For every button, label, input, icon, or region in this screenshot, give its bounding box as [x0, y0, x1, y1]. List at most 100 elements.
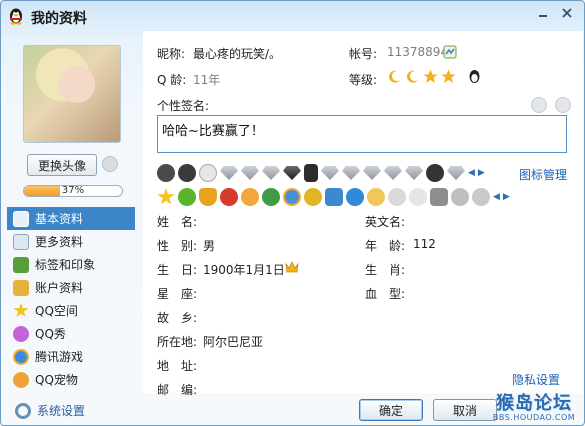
- sidebar-item-label: QQ宠物: [35, 373, 78, 387]
- diamond-icon[interactable]: [262, 166, 280, 180]
- heart-icon[interactable]: [388, 188, 406, 206]
- badge-icon-row-1: ◀ ▶: [157, 164, 485, 182]
- no-entry-icon[interactable]: [220, 188, 238, 206]
- music-note-icon[interactable]: [262, 188, 280, 206]
- moon-icon: [407, 70, 418, 83]
- spade-badge-icon[interactable]: [157, 164, 175, 182]
- nickname-value: 最心疼的玩笑/。: [193, 47, 282, 61]
- profile-completion-bar: 37%: [23, 185, 123, 197]
- star-add-icon[interactable]: [531, 97, 547, 113]
- close-icon: [562, 8, 572, 18]
- diamond-icon[interactable]: [342, 166, 360, 180]
- gender-value: 男: [203, 239, 216, 253]
- ok-button[interactable]: 确定: [359, 399, 423, 421]
- profile-card-icon: [13, 210, 29, 227]
- sidebar-item-tags[interactable]: 标签和印象: [7, 253, 135, 276]
- pet-icon[interactable]: [241, 188, 259, 206]
- avatar[interactable]: [23, 45, 121, 143]
- sidebar-item-pet[interactable]: QQ宠物: [7, 368, 135, 391]
- game-icon[interactable]: [283, 188, 301, 206]
- progress-text: 37%: [61, 185, 85, 196]
- diamond-icon[interactable]: [363, 166, 381, 180]
- chat-bubble-icon[interactable]: [178, 188, 196, 206]
- signature-label: 个性签名:: [157, 99, 210, 113]
- years-label: 年 龄:: [365, 239, 406, 253]
- title-bar: 我的资料: [1, 1, 584, 31]
- sidebar-item-qzone[interactable]: QQ空间: [7, 299, 135, 322]
- diamond-icon[interactable]: [220, 166, 238, 180]
- sidebar-item-account[interactable]: 账户资料: [7, 276, 135, 299]
- map-pin-icon[interactable]: [346, 188, 364, 206]
- location-label: 所在地:: [157, 335, 198, 349]
- qq-penguin-icon[interactable]: [304, 188, 322, 206]
- diamond-icon[interactable]: [447, 166, 465, 180]
- system-settings-link[interactable]: 系统设置: [15, 402, 85, 419]
- change-avatar-button[interactable]: 更换头像: [27, 154, 97, 176]
- more-info-icon: [13, 233, 29, 250]
- sidebar-item-label: 更多资料: [35, 235, 84, 249]
- privacy-settings-link[interactable]: 隐私设置: [512, 371, 560, 388]
- name-label: 姓 名:: [157, 215, 198, 229]
- music-badge-icon[interactable]: [199, 164, 217, 182]
- avatar-history-icon[interactable]: [102, 156, 118, 172]
- sidebar-item-basic-info[interactable]: 基本资料: [7, 207, 135, 230]
- face-icon[interactable]: [472, 188, 490, 206]
- diamond-icon[interactable]: [241, 166, 259, 180]
- window-title: 我的资料: [31, 11, 87, 27]
- signature-textarea[interactable]: 哈哈~比赛赢了！: [157, 115, 567, 153]
- qq-show-icon: [13, 325, 29, 342]
- mascot-icon[interactable]: [367, 188, 385, 206]
- crown-icon: [285, 261, 299, 273]
- gear-icon: [15, 402, 31, 419]
- moon-icon: [389, 70, 400, 83]
- tag-icon: [13, 256, 29, 273]
- minimize-icon: [539, 15, 547, 17]
- watermark-sub: BBS.HOUDAO.COM: [492, 413, 576, 422]
- birthday-value: 1900年1月1日: [203, 263, 285, 277]
- app-icon[interactable]: [430, 188, 448, 206]
- diamond-icon[interactable]: [384, 166, 402, 180]
- sidebar-nav: 基本资料 更多资料 标签和印象 账户资料 QQ空间 QQ秀 腾讯游戏 QQ宠物: [7, 207, 135, 391]
- level-icons: [387, 69, 482, 84]
- camera-icon[interactable]: [325, 188, 343, 206]
- scroll-right-icon[interactable]: ▶: [478, 168, 485, 178]
- minimize-button[interactable]: [532, 4, 554, 22]
- qq-penguin-icon: [469, 70, 480, 83]
- scroll-right-icon[interactable]: ▶: [503, 192, 510, 202]
- age-value: 11年: [193, 73, 221, 87]
- scroll-left-icon[interactable]: ◀: [468, 168, 475, 178]
- penguin-badge-icon[interactable]: [178, 164, 196, 182]
- birthday-label: 生 日:: [157, 263, 198, 277]
- profile-window: 我的资料 更换头像 37% 基本资料 更多资料 标签和印象 账户资料 QQ空间 …: [0, 0, 585, 426]
- s-badge-icon[interactable]: [426, 164, 444, 182]
- pet-icon: [13, 371, 29, 388]
- icon-manage-link[interactable]: 图标管理: [519, 166, 567, 183]
- shield-icon[interactable]: [199, 188, 217, 206]
- badge-icon-row-2: ◀ ▶: [157, 188, 510, 206]
- address-label: 地 址:: [157, 359, 198, 373]
- diamond-icon[interactable]: [283, 166, 301, 180]
- scroll-left-icon[interactable]: ◀: [493, 192, 500, 202]
- account-value: 11378894: [387, 45, 449, 59]
- q-plus-icon[interactable]: [409, 188, 427, 206]
- forum-watermark: 猴岛论坛 BBS.HOUDAO.COM: [488, 389, 580, 425]
- qt-icon[interactable]: [451, 188, 469, 206]
- years-value: 112: [413, 237, 436, 251]
- diamond-icon[interactable]: [321, 166, 339, 180]
- friend-search-icon[interactable]: [555, 97, 571, 113]
- nba-icon[interactable]: [304, 164, 318, 182]
- sidebar-item-games[interactable]: 腾讯游戏: [7, 345, 135, 368]
- diamond-icon[interactable]: [405, 166, 423, 180]
- account-copy-icon[interactable]: [443, 45, 457, 59]
- account-label: 帐号:: [349, 47, 378, 61]
- english-name-label: 英文名:: [365, 215, 406, 229]
- sidebar-item-qq-show[interactable]: QQ秀: [7, 322, 135, 345]
- star-icon: [13, 302, 29, 318]
- blood-type-label: 血 型:: [365, 287, 406, 301]
- watermark-main: 猴岛论坛: [496, 393, 572, 414]
- star-icon: [441, 69, 456, 83]
- sidebar-item-more-info[interactable]: 更多资料: [7, 230, 135, 253]
- constellation-label: 星 座:: [157, 287, 198, 301]
- star-icon[interactable]: [157, 188, 175, 205]
- close-button[interactable]: [556, 4, 578, 22]
